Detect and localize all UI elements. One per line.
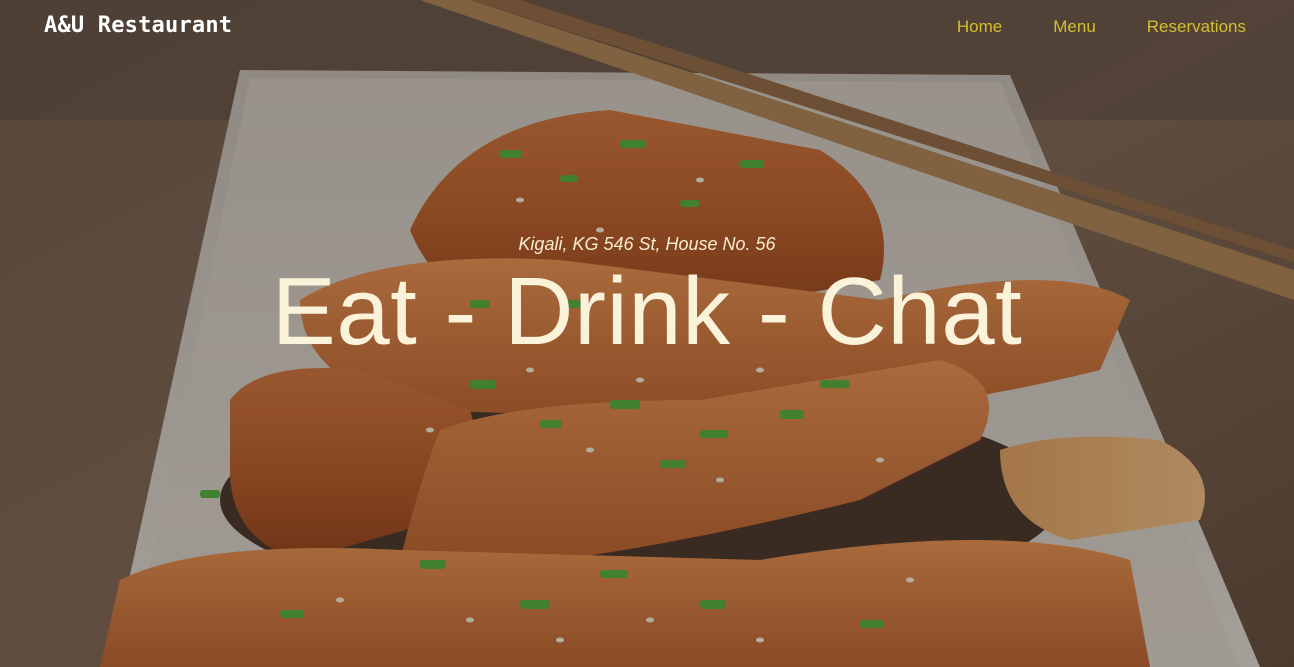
brand-logo-link[interactable]: A&U Restaurant bbox=[44, 13, 232, 38]
nav-link-reservations[interactable]: Reservations bbox=[1147, 17, 1246, 37]
hero-headline: Eat - Drink - Chat bbox=[271, 258, 1023, 365]
hero-section: A&U Restaurant Home Menu Reservations Ki… bbox=[0, 0, 1294, 667]
nav-link-menu[interactable]: Menu bbox=[1053, 17, 1096, 37]
nav-link-home[interactable]: Home bbox=[957, 17, 1002, 37]
hero-text-block: Kigali, KG 546 St, House No. 56 Eat - Dr… bbox=[0, 228, 1294, 364]
nav-links: Home Menu Reservations bbox=[957, 17, 1246, 37]
navbar: A&U Restaurant Home Menu Reservations bbox=[0, 0, 1294, 56]
restaurant-address: Kigali, KG 546 St, House No. 56 bbox=[518, 234, 776, 254]
